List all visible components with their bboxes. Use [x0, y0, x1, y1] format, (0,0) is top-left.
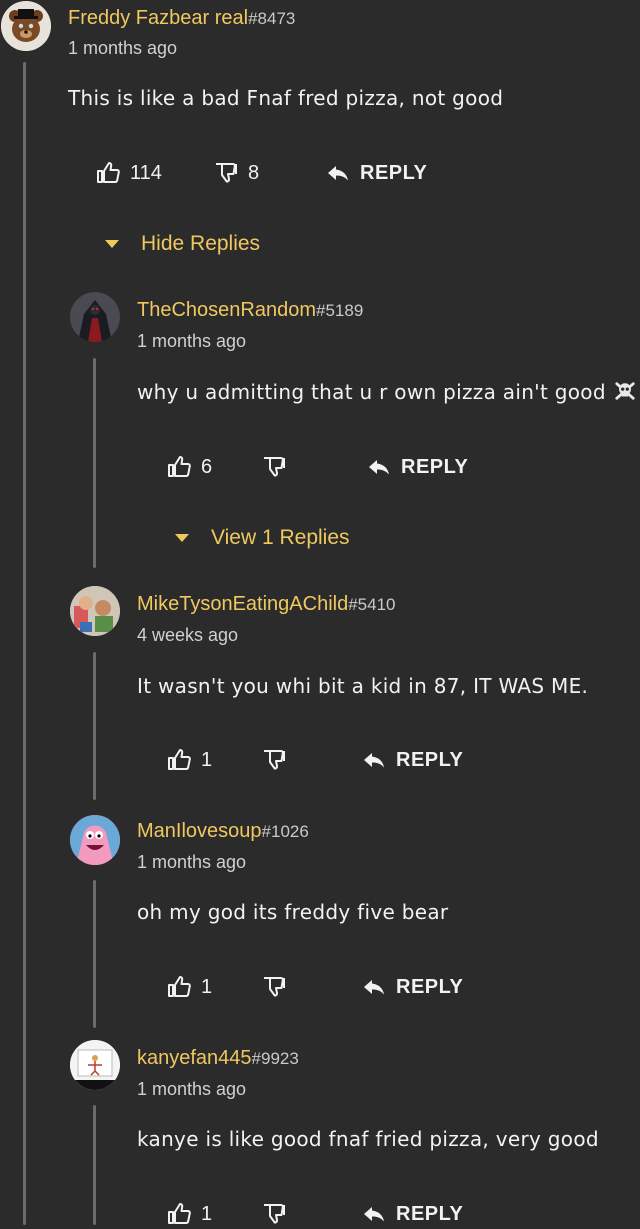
like-count: 114	[130, 161, 162, 184]
freddy-avatar-icon	[1, 1, 51, 51]
thumbs-up-icon	[168, 749, 191, 770]
view-replies-toggle[interactable]: View 1 Replies	[175, 526, 350, 550]
username-text: kanyefan445	[137, 1047, 252, 1069]
caret-down-icon	[105, 240, 119, 248]
skull-crossbones-icon	[614, 380, 636, 402]
thumbs-up-icon	[97, 162, 120, 183]
reply-button[interactable]: REPLY	[362, 972, 463, 1002]
thread-line-reply-2	[93, 652, 96, 800]
reply-arrow-icon	[364, 980, 384, 995]
username[interactable]: kanyefan445#9923	[137, 1047, 299, 1070]
comment-actions: 1 REPLY	[167, 972, 617, 1002]
username[interactable]: MikeTysonEatingAChild#5410	[137, 593, 396, 616]
comment-text: This is like a bad Fnaf fred pizza, not …	[68, 86, 504, 110]
comment-text-content: why u admitting that u r own pizza ain't…	[137, 380, 606, 404]
username-text: ManIlovesoup	[137, 820, 262, 842]
timestamp: 4 weeks ago	[137, 625, 239, 645]
avatar[interactable]	[70, 292, 120, 342]
thread-line-reply-4	[93, 1105, 96, 1225]
dark-figure-avatar-icon	[70, 292, 120, 342]
reply-button[interactable]: REPLY	[362, 745, 463, 775]
username[interactable]: Freddy Fazbear real#8473	[68, 7, 295, 30]
thumbs-down-icon	[216, 163, 237, 183]
thread-line-main	[23, 62, 26, 1225]
like-button[interactable]: 114	[96, 158, 162, 188]
timestamp: 1 months ago	[68, 38, 178, 58]
like-count: 6	[201, 455, 213, 478]
dislike-button[interactable]: 8	[214, 158, 259, 188]
avatar[interactable]	[70, 815, 120, 865]
reply-arrow-icon	[369, 460, 389, 475]
reply-label: REPLY	[401, 455, 469, 478]
user-tag: #1026	[261, 822, 309, 841]
username-text: MikeTysonEatingAChild	[137, 593, 349, 615]
reply-arrow-icon	[364, 753, 384, 768]
comment-text: why u admitting that u r own pizza ain't…	[137, 380, 636, 404]
like-count: 1	[201, 748, 213, 771]
reply-label: REPLY	[396, 748, 464, 771]
user-tag: #8473	[248, 9, 296, 28]
avatar[interactable]	[70, 1040, 120, 1090]
view-replies-label: View 1 Replies	[211, 526, 350, 549]
like-button[interactable]: 1	[167, 972, 212, 1002]
hide-replies-toggle[interactable]: Hide Replies	[105, 232, 260, 256]
patrick-avatar-icon	[70, 815, 120, 865]
username-text: Freddy Fazbear real	[68, 7, 249, 29]
reply-label: REPLY	[396, 1202, 464, 1225]
user-tag: #5189	[316, 301, 364, 320]
reply-label: REPLY	[360, 161, 428, 184]
reply-arrow-icon	[364, 1207, 384, 1222]
avatar[interactable]	[1, 1, 51, 51]
thumbs-down-icon	[264, 1204, 285, 1224]
timestamp: 1 months ago	[137, 331, 247, 351]
dislike-count: 8	[248, 161, 260, 184]
comment-text: oh my god its freddy five bear	[137, 900, 449, 924]
timestamp: 1 months ago	[137, 852, 247, 872]
reply-label: REPLY	[396, 975, 464, 998]
avatar[interactable]	[70, 586, 120, 636]
thumbs-down-icon	[264, 457, 285, 477]
caret-down-icon	[175, 534, 189, 542]
comment-text: kanye is like good fnaf fried pizza, ver…	[137, 1127, 599, 1151]
reply-button[interactable]: REPLY	[326, 158, 427, 188]
photo-avatar-icon	[70, 586, 120, 636]
comment-actions: 6 REPLY	[167, 452, 617, 482]
comment-actions: 1 REPLY	[167, 745, 617, 775]
username[interactable]: TheChosenRandom#5189	[137, 299, 363, 322]
thumbs-down-icon	[264, 977, 285, 997]
dislike-button[interactable]	[262, 452, 296, 482]
timestamp: 1 months ago	[137, 1079, 247, 1099]
username[interactable]: ManIlovesoup#1026	[137, 820, 309, 843]
comment-actions: 114 8 REPLY	[96, 158, 616, 188]
thumbs-up-icon	[168, 1203, 191, 1224]
thread-line-reply-3	[93, 880, 96, 1028]
dislike-button[interactable]	[262, 745, 296, 775]
reply-arrow-icon	[328, 166, 348, 181]
user-tag: #5410	[348, 595, 396, 614]
thumbs-up-icon	[168, 456, 191, 477]
thumbs-down-icon	[264, 750, 285, 770]
like-count: 1	[201, 1202, 213, 1225]
like-button[interactable]: 6	[167, 452, 212, 482]
dislike-button[interactable]	[262, 972, 296, 1002]
like-button[interactable]: 1	[167, 745, 212, 775]
diagram-avatar-icon	[70, 1040, 120, 1090]
thumbs-up-icon	[168, 976, 191, 997]
like-count: 1	[201, 975, 213, 998]
user-tag: #9923	[251, 1049, 299, 1068]
hide-replies-label: Hide Replies	[141, 232, 261, 255]
thread-line-reply-1	[93, 358, 96, 568]
reply-button[interactable]: REPLY	[367, 452, 468, 482]
comment-text: It wasn't you whi bit a kid in 87, IT WA…	[137, 674, 589, 698]
username-text: TheChosenRandom	[137, 299, 316, 321]
